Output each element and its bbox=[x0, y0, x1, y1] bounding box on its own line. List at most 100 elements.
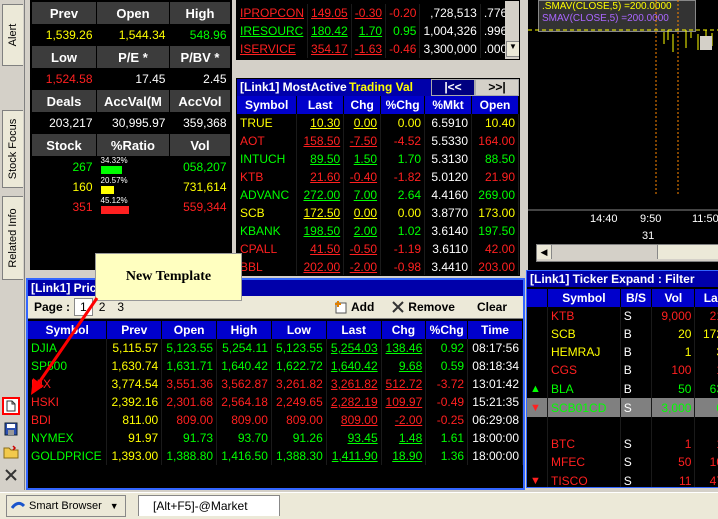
up-arrow-icon: ▲ bbox=[530, 383, 541, 395]
table-row[interactable]: NYMEX 91.97 91.73 93.70 91.26 93.45 1.48 1.61 18… bbox=[28, 429, 523, 447]
table-row[interactable]: SCBB20172 bbox=[527, 325, 718, 343]
high-cell: 5,254.11 bbox=[216, 339, 272, 357]
table-row[interactable]: GOLDPRICE 1,393.00 1,388.80 1,416.50 1,388.3… bbox=[28, 447, 523, 465]
col-open[interactable]: Open bbox=[471, 96, 519, 114]
chg-cell: -0.40 bbox=[343, 168, 382, 186]
time-cell: 06:29:08 bbox=[467, 411, 523, 429]
page-1-button[interactable]: 1 bbox=[74, 298, 93, 316]
smart-browser-button[interactable]: Smart Browser ▼ bbox=[6, 495, 126, 517]
col-last[interactable]: La bbox=[694, 289, 718, 307]
table-row[interactable]: NIX 3,774.54 3,551.36 3,562.87 3,261.82 3,261… bbox=[28, 375, 523, 393]
chevron-left-icon[interactable]: ◀ bbox=[537, 245, 552, 259]
chg-cell: 1.70 bbox=[351, 22, 387, 40]
col-symbol[interactable]: Symbol bbox=[237, 96, 298, 114]
low-cell: 91.26 bbox=[271, 429, 327, 447]
time-cell: 18:00:00 bbox=[467, 447, 523, 465]
last-cell: 1 bbox=[694, 435, 718, 453]
col-symbol[interactable]: Symbol bbox=[28, 321, 108, 339]
last-cell: 21 bbox=[694, 307, 718, 325]
col-symbol[interactable]: Symbol bbox=[547, 289, 621, 307]
remove-button[interactable]: Remove bbox=[386, 298, 461, 316]
ratio-label: 20.57% bbox=[100, 176, 128, 185]
symbol-cell: SCB bbox=[547, 325, 621, 343]
col-last[interactable]: Last bbox=[296, 96, 345, 114]
new-template-icon[interactable] bbox=[2, 397, 20, 415]
scroll-thumb[interactable] bbox=[657, 245, 718, 259]
add-icon bbox=[334, 301, 347, 314]
col-pct-mkt[interactable]: %Mkt bbox=[424, 96, 473, 114]
table-row[interactable] bbox=[527, 417, 718, 435]
table-row[interactable]: ▼ SCB01CDS3,0000 bbox=[527, 398, 718, 417]
table-row[interactable]: SCB 172.50 0.00 0.00 3.8770 173.00 bbox=[237, 204, 519, 222]
col-high[interactable]: High bbox=[216, 321, 272, 339]
col-pct-chg[interactable]: %Chg bbox=[380, 96, 426, 114]
col-chg[interactable]: Chg bbox=[343, 96, 382, 114]
tab-market[interactable]: [Alt+F5]-@Market bbox=[138, 495, 280, 516]
list-item[interactable]: IPROPCON 149.05 -0.30 -0.20 ,728,513 .77… bbox=[237, 4, 512, 22]
col-open[interactable]: Open bbox=[161, 321, 218, 339]
col-chg[interactable]: Chg bbox=[381, 321, 427, 339]
bs-cell: S bbox=[620, 453, 653, 471]
table-row[interactable]: ADVANC 272.00 7.00 2.64 4.4160 269.00 bbox=[237, 186, 519, 204]
open-cell: 1,631.71 bbox=[161, 357, 218, 375]
table-row[interactable]: SP500 1,630.74 1,631.71 1,640.42 1,622.72 1,6… bbox=[28, 357, 523, 375]
table-row[interactable]: KBANK 198.50 2.00 1.02 3.6140 197.50 bbox=[237, 222, 519, 240]
table-row[interactable]: BTCS11 bbox=[527, 435, 718, 453]
marker-cell: ▲ bbox=[527, 379, 548, 398]
table-row[interactable]: TRUE 10.30 0.00 0.00 6.5910 10.40 bbox=[237, 114, 519, 132]
pct-mkt-cell: 6.5910 bbox=[424, 114, 473, 132]
clear-button[interactable]: Clear bbox=[471, 298, 513, 316]
vertical-scrollbar[interactable]: ▼ bbox=[505, 1, 519, 59]
symbol-cell: INTUCH bbox=[237, 150, 298, 168]
symbol-cell: DJIA bbox=[28, 339, 108, 357]
col-prev[interactable]: Prev bbox=[106, 321, 163, 339]
chg-cell: 9.68 bbox=[381, 357, 427, 375]
tab-stock-focus[interactable]: Stock Focus bbox=[2, 110, 23, 188]
table-row[interactable]: DJIA 5,115.57 5,123.55 5,254.11 5,123.55 5,25… bbox=[28, 339, 523, 357]
symbol-cell: NIX bbox=[28, 375, 108, 393]
vol-header: Vol bbox=[168, 133, 232, 157]
tab-related-info[interactable]: Related Info bbox=[2, 196, 23, 280]
chevron-down-icon[interactable]: ▼ bbox=[110, 501, 119, 511]
table-row[interactable]: BBL 202.00 -2.00 -0.98 3.4410 203.00 bbox=[237, 258, 519, 275]
chart-scrollbar[interactable]: ◀ bbox=[536, 244, 718, 262]
table-row[interactable]: CPALL 41.50 -0.50 -1.19 3.6110 42.00 bbox=[237, 240, 519, 258]
table-row[interactable]: ▼ TISCOS1147 bbox=[527, 471, 718, 487]
table-row[interactable]: KTBS9,00021 bbox=[527, 307, 718, 325]
col-pct-chg[interactable]: %Chg bbox=[425, 321, 469, 339]
table-row[interactable]: INTUCH 89.50 1.50 1.70 5.3130 88.50 bbox=[237, 150, 519, 168]
save-icon[interactable] bbox=[2, 420, 20, 438]
table-row[interactable]: CGSB1001 bbox=[527, 361, 718, 379]
table-row[interactable]: MFECS5010 bbox=[527, 453, 718, 471]
tab-alert[interactable]: Alert bbox=[2, 4, 23, 66]
col-time[interactable]: Time bbox=[467, 321, 523, 339]
side-icon-toolbar bbox=[2, 397, 22, 489]
list-item[interactable]: IRESOURC 180.42 1.70 0.95 1,004,326 .996 bbox=[237, 22, 512, 40]
chevron-down-icon[interactable]: ▼ bbox=[506, 41, 519, 57]
col-low[interactable]: Low bbox=[271, 321, 327, 339]
col-vol[interactable]: Vol bbox=[651, 289, 696, 307]
table-row[interactable]: HEMRAJB13 bbox=[527, 343, 718, 361]
table-row[interactable]: AOT 158.50 -7.50 -4.52 5.5330 164.00 bbox=[237, 132, 519, 150]
down-arrow-icon: ▼ bbox=[530, 475, 541, 487]
taskbar: Smart Browser ▼ [Alt+F5]-@Market bbox=[0, 492, 718, 519]
folder-icon[interactable] bbox=[2, 443, 20, 461]
bs-cell: B bbox=[620, 379, 653, 398]
close-icon[interactable] bbox=[2, 466, 20, 484]
ratio-bar bbox=[100, 186, 114, 194]
table-row[interactable]: ▲ BLAB5063 bbox=[527, 379, 718, 398]
open-cell: 173.00 bbox=[471, 204, 519, 222]
list-item[interactable]: ISERVICE 354.17 -1.63 -0.46 3,300,000 .0… bbox=[237, 40, 512, 58]
table-row[interactable]: BDI 811.00 809.00 809.00 809.00 809.00 -2.00 -0… bbox=[28, 411, 523, 429]
sector-strip: IPROPCON 149.05 -0.30 -0.20 ,728,513 .77… bbox=[236, 0, 520, 60]
time-label: 9:50 bbox=[640, 213, 662, 225]
col-bs[interactable]: B/S bbox=[620, 289, 653, 307]
col-last[interactable]: Last bbox=[326, 321, 382, 339]
table-row[interactable]: HSKI 2,392.16 2,301.68 2,564.18 2,249.65 2,28… bbox=[28, 393, 523, 411]
open-cell: 2,301.68 bbox=[161, 393, 218, 411]
ratio-label: 34.32% bbox=[100, 156, 128, 165]
table-row[interactable]: KTB 21.60 -0.40 -1.82 5.0120 21.90 bbox=[237, 168, 519, 186]
last-page-button[interactable]: >>| bbox=[475, 79, 519, 96]
add-button[interactable]: Add bbox=[328, 298, 380, 316]
first-page-button[interactable]: |<< bbox=[431, 79, 475, 96]
